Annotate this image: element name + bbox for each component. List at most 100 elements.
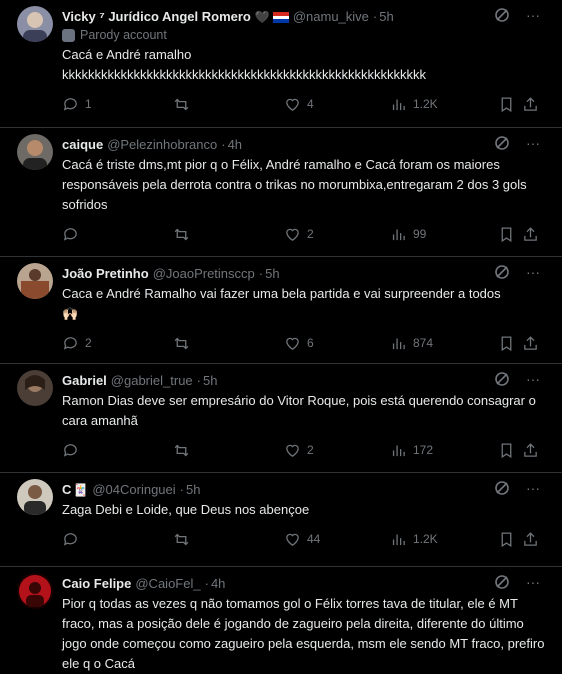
retweet-button[interactable] <box>173 531 284 548</box>
retweet-button[interactable] <box>173 226 284 243</box>
tweet-time[interactable]: 5h <box>379 8 393 26</box>
grok-icon[interactable] <box>494 480 510 496</box>
bookmark-button[interactable] <box>498 442 522 459</box>
retweet-button[interactable] <box>173 96 284 113</box>
tweet[interactable]: Gabriel @gabriel_true · 5h Ramon Dias de… <box>0 364 562 473</box>
views-button[interactable]: 99 <box>390 226 498 243</box>
tweet-time[interactable]: 5h <box>203 372 217 390</box>
reply-button[interactable] <box>62 226 173 243</box>
bookmark-icon <box>501 531 512 547</box>
tweet-header: caique @Pelezinhobranco · 4h <box>62 136 550 154</box>
views-button[interactable]: 172 <box>390 442 498 459</box>
views-button[interactable]: 1.2K <box>390 96 498 113</box>
more-icon[interactable]: ··· <box>526 574 540 590</box>
dot-separator: · <box>372 9 378 24</box>
views-button[interactable]: 1.2K <box>390 531 498 548</box>
retweet-icon <box>174 98 189 110</box>
avatar[interactable] <box>17 263 53 299</box>
tweet-actions: 2 172 <box>62 431 550 469</box>
author-handle[interactable]: @Pelezinhobranco <box>107 136 217 154</box>
share-button[interactable] <box>522 531 542 548</box>
more-icon[interactable]: ··· <box>526 371 540 387</box>
like-icon <box>286 228 299 241</box>
views-icon <box>392 534 405 545</box>
grok-icon[interactable] <box>494 135 510 151</box>
tweet[interactable]: caique @Pelezinhobranco · 4h Cacá é tris… <box>0 128 562 257</box>
bookmark-button[interactable] <box>498 226 522 243</box>
reply-icon <box>63 443 77 457</box>
avatar[interactable] <box>17 134 53 170</box>
tweet-text: Caca e André Ramalho vai fazer uma bela … <box>62 286 501 321</box>
retweet-button[interactable] <box>173 442 284 459</box>
avatar[interactable] <box>17 6 53 42</box>
grok-icon[interactable] <box>494 7 510 23</box>
author-name[interactable]: caique <box>62 136 103 154</box>
like-button[interactable]: 44 <box>284 531 390 548</box>
retweet-icon <box>174 533 189 545</box>
share-icon <box>524 442 537 457</box>
retweet-icon <box>174 444 189 456</box>
tweet-time[interactable]: 5h <box>186 481 200 499</box>
reply-button[interactable] <box>62 531 173 548</box>
author-handle[interactable]: @04Coringuei <box>92 481 175 499</box>
more-icon[interactable]: ··· <box>526 135 540 151</box>
tweet-header: Gabriel @gabriel_true · 5h <box>62 372 550 390</box>
dot-separator: · <box>258 266 264 281</box>
like-button[interactable]: 2 <box>284 442 390 459</box>
author-handle[interactable]: @namu_kive <box>293 8 369 26</box>
author-name[interactable]: C <box>62 481 71 499</box>
author-name[interactable]: Caio Felipe <box>62 575 131 593</box>
author-name[interactable]: Vicky ⁷ Jurídico Angel Romero <box>62 8 251 26</box>
views-button[interactable]: 874 <box>390 335 498 352</box>
bookmark-icon <box>501 96 512 112</box>
author-handle[interactable]: @CaioFel_ <box>135 575 200 593</box>
tweet[interactable]: Vicky ⁷ Jurídico Angel Romero 🖤 @namu_ki… <box>0 0 562 128</box>
grok-icon[interactable] <box>494 371 510 387</box>
bookmark-button[interactable] <box>498 531 522 548</box>
author-name[interactable]: Gabriel <box>62 372 107 390</box>
retweet-icon <box>174 228 189 240</box>
tweet-time[interactable]: 4h <box>211 575 225 593</box>
like-button[interactable]: 6 <box>284 335 390 352</box>
tweet-header: C 🃏 @04Coringuei · 5h <box>62 481 550 499</box>
share-button[interactable] <box>522 442 542 459</box>
grok-icon[interactable] <box>494 574 510 590</box>
tweet[interactable]: Caio Felipe @CaioFel_ · 4h Pior q todas … <box>0 567 562 672</box>
more-icon[interactable]: ··· <box>526 480 540 496</box>
avatar[interactable] <box>17 370 53 406</box>
tweet-time[interactable]: 5h <box>265 265 279 283</box>
grok-icon[interactable] <box>494 264 510 280</box>
bookmark-button[interactable] <box>498 335 522 352</box>
author-handle[interactable]: @JoaoPretinsccp <box>153 265 255 283</box>
share-button[interactable] <box>522 226 542 243</box>
author-handle[interactable]: @gabriel_true <box>111 372 193 390</box>
share-button[interactable] <box>522 96 542 113</box>
bookmark-icon <box>501 226 512 242</box>
reply-button[interactable]: 2 <box>62 335 173 352</box>
tweet-actions: 44 1.2K <box>62 520 550 558</box>
tweet[interactable]: C 🃏 @04Coringuei · 5h Zaga Debi e Loide,… <box>0 473 562 567</box>
like-button[interactable]: 2 <box>284 226 390 243</box>
share-button[interactable] <box>522 335 542 352</box>
tweet-top-icons: ··· <box>494 135 540 151</box>
tweet-time[interactable]: 4h <box>228 136 242 154</box>
retweet-button[interactable] <box>173 335 284 352</box>
tweet-feed: Vicky ⁷ Jurídico Angel Romero 🖤 @namu_ki… <box>0 0 562 672</box>
author-name[interactable]: João Pretinho <box>62 265 149 283</box>
tweet-top-icons: ··· <box>494 7 540 23</box>
bookmark-button[interactable] <box>498 96 522 113</box>
tweet-top-icons: ··· <box>494 264 540 280</box>
more-icon[interactable]: ··· <box>526 7 540 23</box>
more-icon[interactable]: ··· <box>526 264 540 280</box>
avatar[interactable] <box>17 573 53 609</box>
parody-text: Parody account <box>80 28 167 42</box>
reply-button[interactable] <box>62 442 173 459</box>
reply-count: 2 <box>85 336 92 350</box>
tweet-text: Pior q todas as vezes q não tomamos gol … <box>62 596 549 671</box>
avatar[interactable] <box>17 479 53 515</box>
dot-separator: · <box>196 373 201 388</box>
tweet[interactable]: João Pretinho @JoaoPretinsccp · 5h Caca … <box>0 257 562 364</box>
reply-button[interactable]: 1 <box>62 96 173 113</box>
like-count: 2 <box>307 443 314 457</box>
like-button[interactable]: 4 <box>284 96 390 113</box>
